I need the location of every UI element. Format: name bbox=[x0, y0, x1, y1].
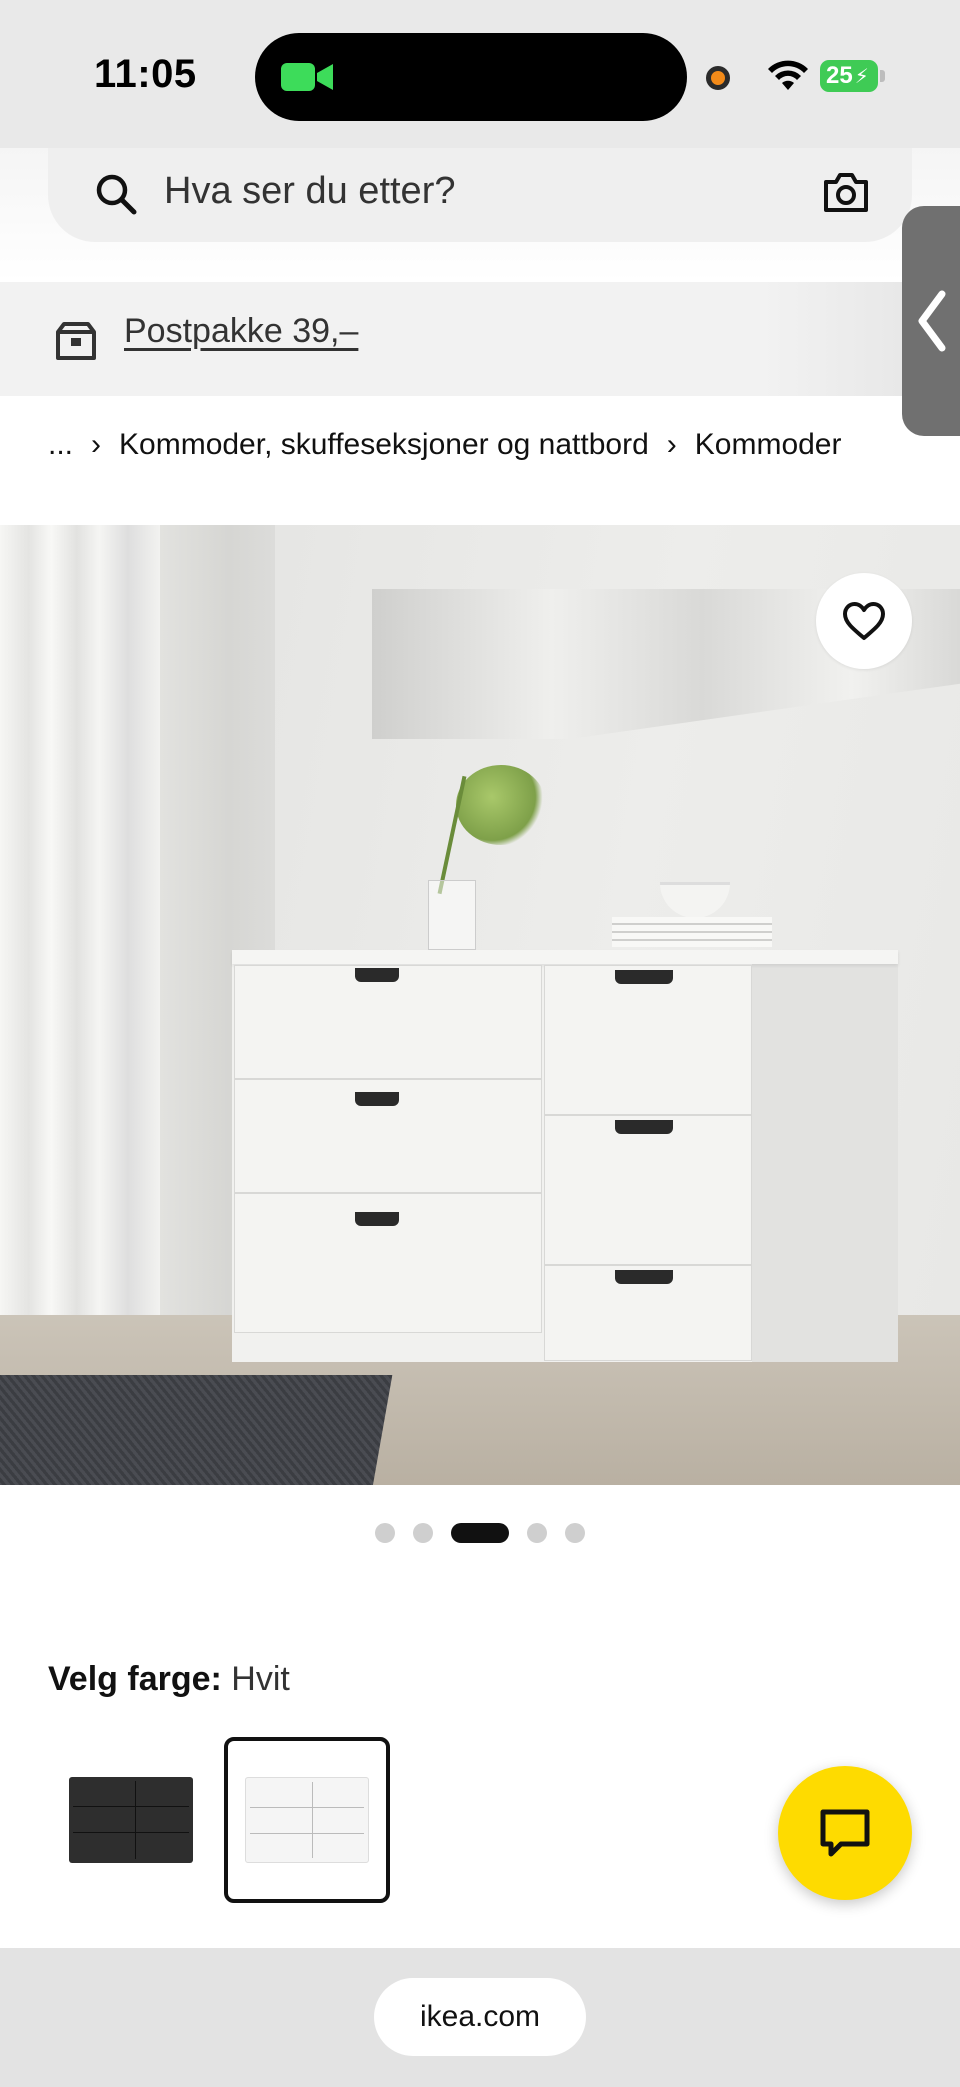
carousel-dot-active[interactable] bbox=[451, 1523, 509, 1543]
shipping-banner: Postpakke 39,– bbox=[0, 282, 960, 396]
selected-color: Hvit bbox=[231, 1660, 290, 1698]
dynamic-island bbox=[255, 33, 687, 121]
product-image[interactable] bbox=[0, 525, 960, 1485]
white-dresser-swatch[interactable] bbox=[224, 1737, 390, 1903]
drawer bbox=[544, 1115, 752, 1265]
search-placeholder: Hva ser du etter? bbox=[164, 170, 456, 212]
breadcrumb-separator: › bbox=[666, 428, 677, 461]
books bbox=[612, 917, 772, 947]
vase bbox=[428, 880, 476, 950]
flowers bbox=[456, 765, 546, 845]
breadcrumb-item-dressers[interactable]: Kommoder bbox=[695, 428, 842, 462]
carousel-dot[interactable] bbox=[565, 1523, 585, 1543]
battery-icon: 25 ⚡ bbox=[820, 60, 878, 92]
product-page: 11:05 25 ⚡ Hva ser du etter? Postpakke 3… bbox=[0, 0, 960, 2087]
drawer bbox=[234, 1079, 542, 1193]
dresser-top bbox=[232, 950, 898, 964]
carousel-dot[interactable] bbox=[413, 1523, 433, 1543]
camera-icon[interactable] bbox=[822, 170, 870, 214]
drawer bbox=[544, 965, 752, 1115]
status-bar: 11:05 25 ⚡ bbox=[0, 0, 960, 148]
chat-icon bbox=[820, 1809, 870, 1857]
breadcrumb: ... › Kommoder, skuffeseksjoner og nattb… bbox=[48, 428, 841, 462]
search-icon bbox=[96, 174, 137, 215]
rug bbox=[0, 1375, 393, 1485]
carousel-dot[interactable] bbox=[375, 1523, 395, 1543]
mic-indicator-icon bbox=[706, 66, 730, 90]
shipping-link[interactable]: Postpakke 39,– bbox=[124, 312, 358, 351]
black-dresser-thumbnail bbox=[69, 1777, 193, 1863]
curtain bbox=[0, 525, 160, 1335]
carousel-dot[interactable] bbox=[527, 1523, 547, 1543]
wifi-icon bbox=[768, 60, 808, 90]
heart-icon bbox=[843, 602, 885, 640]
carousel-indicator bbox=[0, 1522, 960, 1544]
dresser-side bbox=[752, 962, 898, 1362]
search-input[interactable]: Hva ser du etter? bbox=[48, 148, 912, 242]
white-dresser-thumbnail bbox=[245, 1777, 369, 1863]
battery-level: 25 bbox=[826, 62, 853, 89]
color-selector-label: Velg farge: Hvit bbox=[48, 1660, 290, 1699]
url-field[interactable]: ikea.com bbox=[374, 1978, 586, 2056]
drawer bbox=[544, 1265, 752, 1361]
drawer bbox=[234, 965, 542, 1079]
status-time: 11:05 bbox=[94, 52, 197, 96]
breadcrumb-item-chests[interactable]: Kommoder, skuffeseksjoner og nattbord bbox=[119, 428, 649, 462]
color-label-text: Velg farge: bbox=[48, 1660, 222, 1698]
chevron-left-icon bbox=[918, 290, 946, 352]
search-area: Hva ser du etter? bbox=[0, 148, 960, 282]
chat-button[interactable] bbox=[778, 1766, 912, 1900]
battery-cap bbox=[880, 70, 885, 82]
facetime-camera-icon bbox=[281, 63, 333, 91]
side-panel-tab[interactable] bbox=[902, 206, 960, 436]
browser-address-bar: ikea.com bbox=[0, 1948, 960, 2087]
black-dresser-swatch[interactable] bbox=[48, 1737, 214, 1903]
breadcrumb-separator: › bbox=[91, 428, 102, 461]
box-icon bbox=[56, 322, 96, 360]
breadcrumb-ellipsis[interactable]: ... bbox=[48, 428, 73, 462]
favorite-button[interactable] bbox=[816, 573, 912, 669]
drawer bbox=[234, 1193, 542, 1333]
